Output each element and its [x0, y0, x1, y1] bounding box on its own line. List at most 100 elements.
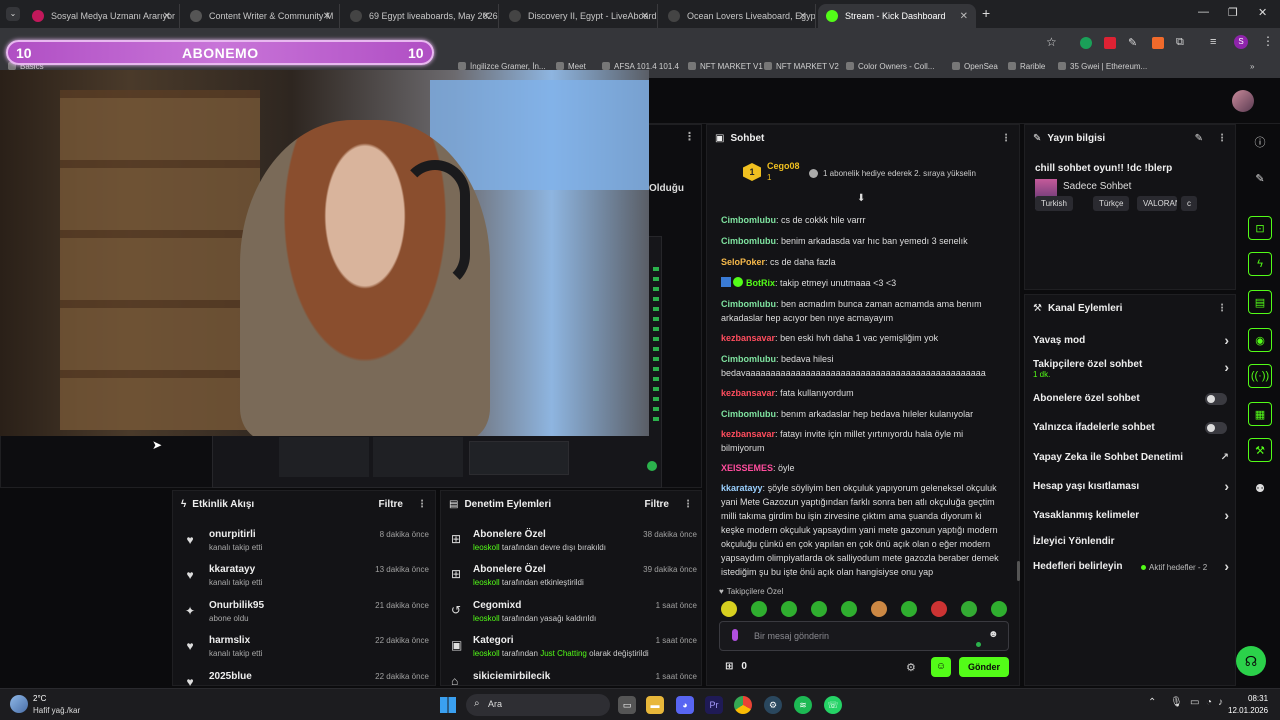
document-icon[interactable]: ▤	[1248, 290, 1272, 314]
chat-username[interactable]: BotRix	[746, 278, 775, 288]
tab-close-icon[interactable]: ✕	[323, 11, 331, 22]
share-icon[interactable]: ⚉	[1248, 476, 1272, 500]
task-view-icon[interactable]: ▭	[618, 696, 636, 714]
stream-tag[interactable]: Turkish	[1035, 196, 1073, 211]
moderator-name[interactable]: leoskoll	[473, 614, 500, 623]
moderation-item[interactable]: ↺ Cegomixd leoskoll tarafından yasağı kald…	[451, 600, 697, 634]
activity-item[interactable]: ♥ kkaratayy kanalı takip etti 13 dakika önc…	[183, 564, 429, 598]
channel-actions-menu-icon[interactable]: ⋮	[1217, 303, 1227, 314]
activity-menu-icon[interactable]: ⋮	[417, 499, 427, 510]
emote-icon[interactable]	[991, 601, 1007, 617]
emote-icon[interactable]	[751, 601, 767, 617]
tools-icon[interactable]: ⚒	[1248, 438, 1272, 462]
profile-avatar[interactable]: S	[1234, 35, 1248, 49]
activity-username[interactable]: kkaratayy	[209, 564, 255, 575]
emote-icon[interactable]	[901, 601, 917, 617]
moderation-item[interactable]: ⊞ Abonelere Özel leoskoll tarafından etkin…	[451, 564, 697, 598]
chat-username[interactable]: Cimbomlubu	[721, 354, 776, 364]
browser-tab[interactable]: Ocean Lovers Liveaboard, Egypt ✕	[660, 4, 816, 28]
spotify-icon[interactable]: ≋	[794, 696, 812, 714]
extension-icon-3[interactable]	[1152, 37, 1164, 49]
stream-info-menu-icon[interactable]: ⋮	[1217, 133, 1227, 144]
moderation-target[interactable]: Abonelere Özel	[473, 564, 546, 575]
chat-username[interactable]: Cimbomlubu	[721, 236, 776, 246]
emoji-icon[interactable]: ☻	[988, 629, 999, 640]
info-icon[interactable]: ⓘ	[1248, 130, 1272, 154]
chat-scrollbar[interactable]	[1017, 561, 1020, 581]
chat-username[interactable]: kezbansavar	[721, 333, 775, 343]
premiere-icon[interactable]: Pr	[705, 696, 723, 714]
channel-action-row[interactable]: Yavaş mod ›	[1025, 332, 1237, 357]
windows-start-icon[interactable]	[440, 697, 456, 713]
moderator-name[interactable]: leoskoll	[473, 578, 500, 587]
chat-username[interactable]: Cimbomlubu	[721, 299, 776, 309]
emote-icon[interactable]	[781, 601, 797, 617]
clock-date[interactable]: 12.01.2026	[1228, 706, 1268, 715]
channel-action-row[interactable]: Yasaklanmış kelimeler ›	[1025, 507, 1237, 532]
mic-tray-icon[interactable]: 🎙	[1170, 697, 1183, 708]
close-window-icon[interactable]: ✕	[1258, 6, 1267, 19]
activity-username[interactable]: Onurbilik95	[209, 600, 264, 611]
pinned-user[interactable]: Cego08	[767, 161, 800, 171]
tab-close-icon[interactable]: ✕	[163, 11, 171, 22]
mic-icon[interactable]	[732, 629, 738, 641]
bookmark-item[interactable]: NFT MARKET V1	[688, 62, 763, 71]
moderation-target[interactable]: sikiciemirbilecik	[473, 671, 550, 682]
chat-username[interactable]: Cimbomlubu	[721, 215, 776, 225]
activity-item[interactable]: ♥ harmslix kanalı takip etti 22 dakika önce	[183, 635, 429, 669]
emote-icon[interactable]	[811, 601, 827, 617]
channel-action-row[interactable]: Hedefleri belirleyin › Aktif hedefler - 2	[1025, 558, 1237, 583]
display-tray-icon[interactable]: ▭	[1190, 697, 1199, 708]
browser-tab[interactable]: Discovery II, Egypt - LiveAboard ✕	[501, 4, 658, 28]
external-link-icon[interactable]: ↗	[1221, 452, 1229, 463]
volume-icon[interactable]: ♪	[1218, 697, 1223, 708]
emote-icon[interactable]	[871, 601, 887, 617]
emote-menu-icon[interactable]: ☺	[931, 657, 951, 677]
lightning-icon[interactable]: ϟ	[1248, 252, 1272, 276]
discord-icon[interactable]: ◕	[676, 696, 694, 714]
moderator-name[interactable]: leoskoll	[473, 543, 500, 552]
clip-icon[interactable]: ⊡	[1248, 216, 1272, 240]
moderation-target[interactable]: Kategori	[473, 635, 514, 646]
chat-username[interactable]: kkaratayy	[721, 483, 763, 493]
activity-item[interactable]: ✦ Onurbilik95 abone oldu 21 dakika önce	[183, 600, 429, 634]
chevron-right-icon[interactable]: ›	[1224, 332, 1229, 348]
stream-tag[interactable]: VALORANT	[1137, 196, 1177, 211]
restore-icon[interactable]: ❐	[1228, 6, 1238, 19]
new-tab-button[interactable]: +	[982, 5, 990, 21]
emote-icon[interactable]	[961, 601, 977, 617]
stream-tag[interactable]: Türkçe	[1093, 196, 1130, 211]
edit-icon[interactable]: ✎	[1195, 133, 1203, 144]
browser-tab[interactable]: Sosyal Medya Uzmanı Ararıyor ✕	[24, 4, 180, 28]
bookmark-item[interactable]: 35 Gwei | Ethereum...	[1058, 62, 1147, 71]
menu-dots-icon[interactable]: ⋮	[1262, 34, 1274, 48]
webcam-video[interactable]	[0, 70, 649, 436]
chat-settings-icon[interactable]: ⚙	[906, 661, 916, 674]
tray-chevron-icon[interactable]: ⌃	[1148, 697, 1156, 708]
activity-username[interactable]: harmslix	[209, 635, 250, 646]
pen-icon[interactable]: ✎	[1128, 36, 1137, 49]
chat-bubble-icon[interactable]: ◉	[1248, 328, 1272, 352]
stream-panel-menu-icon[interactable]: ⋮	[684, 130, 695, 143]
emote-icon[interactable]	[841, 601, 857, 617]
chevron-right-icon[interactable]: ›	[1224, 359, 1229, 375]
activity-username[interactable]: onurpitirli	[209, 529, 256, 540]
moderation-target[interactable]: Abonelere Özel	[473, 529, 546, 540]
browser-tab[interactable]: Stream - Kick Dashboard ✕	[818, 4, 976, 28]
star-icon[interactable]: ☆	[1046, 35, 1057, 49]
bookmark-item[interactable]: Rarible	[1008, 62, 1045, 71]
bookmark-item[interactable]: NFT MARKET V2	[764, 62, 839, 71]
channel-action-row[interactable]: İzleyici Yönlendir	[1025, 536, 1237, 558]
browser-tab[interactable]: 69 Egypt liveaboards, May 2026 ✕	[342, 4, 499, 28]
grid-icon[interactable]: ▦	[1248, 402, 1272, 426]
emote-icon[interactable]	[931, 601, 947, 617]
tab-search-icon[interactable]: ⌄	[6, 7, 20, 21]
tab-list-icon[interactable]: ≡	[1210, 36, 1216, 48]
puzzle-icon[interactable]: ⧉	[1176, 36, 1184, 49]
broadcast-icon[interactable]: ((·))	[1248, 364, 1272, 388]
chat-username[interactable]: SeloPoker	[721, 257, 765, 267]
network-icon[interactable]: ◔	[1206, 697, 1212, 708]
activity-filter-button[interactable]: Filtre	[379, 499, 403, 510]
stream-tag[interactable]: c	[1181, 196, 1197, 211]
activity-username[interactable]: 2025blue	[209, 671, 252, 682]
